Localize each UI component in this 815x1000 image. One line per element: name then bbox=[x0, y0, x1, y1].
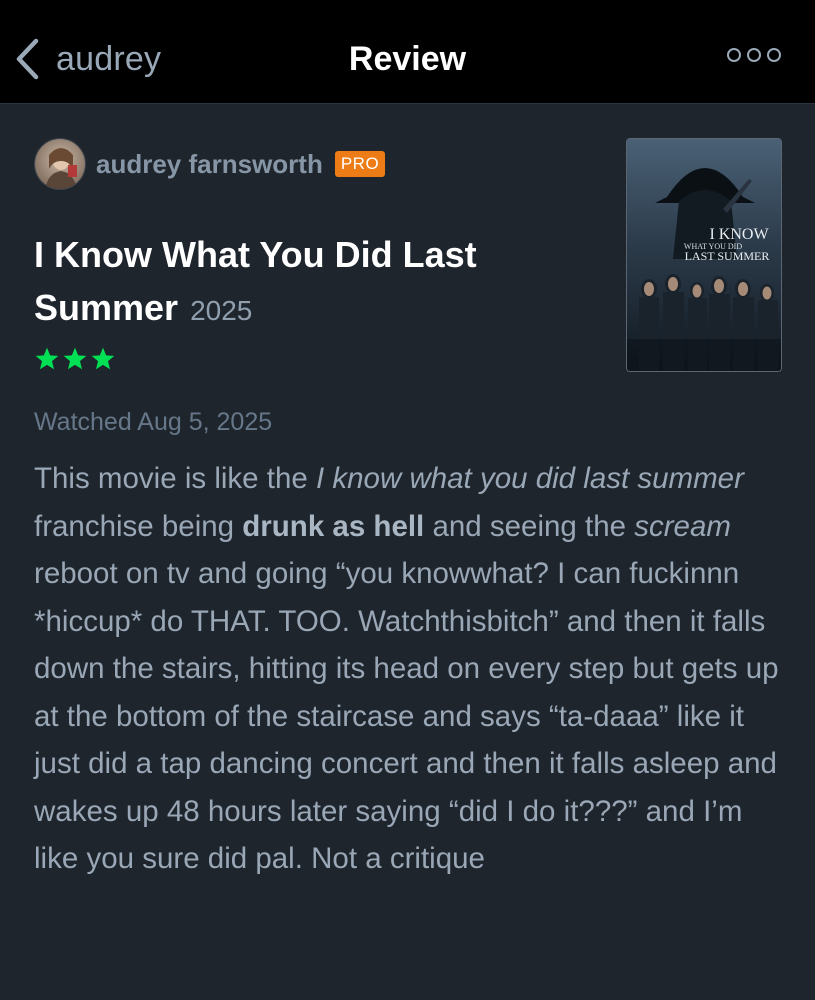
review-body: This movie is like the I know what you d… bbox=[34, 455, 794, 883]
review-text-segment: This movie is like the bbox=[34, 462, 316, 495]
avatar[interactable] bbox=[34, 138, 86, 190]
star-icon bbox=[63, 347, 87, 370]
chevron-left-icon bbox=[16, 38, 39, 80]
more-options-icon[interactable] bbox=[727, 48, 781, 62]
review-text-bold: drunk as hell bbox=[242, 509, 425, 543]
poster-title-line3: LAST SUMMER bbox=[685, 249, 770, 263]
poster-title-line1: I KNOW bbox=[709, 226, 769, 243]
back-button-label: audrey bbox=[56, 39, 162, 78]
film-title[interactable]: I Know What You Did Last Summer bbox=[34, 234, 477, 328]
review-text-segment: and seeing the bbox=[424, 509, 635, 543]
star-icon bbox=[35, 347, 59, 370]
top-nav-bar: audrey Review bbox=[0, 0, 815, 104]
reviewer-row[interactable]: audrey farnsworth PRO bbox=[34, 138, 386, 190]
review-text-segment: franchise being bbox=[34, 509, 243, 543]
film-title-block[interactable]: I Know What You Did Last Summer 2025 bbox=[34, 228, 594, 337]
star-icon bbox=[91, 347, 115, 370]
star-rating bbox=[34, 346, 116, 372]
review-text-segment: reboot on tv and going “you knowwhat? I … bbox=[34, 557, 779, 875]
reviewer-name[interactable]: audrey farnsworth bbox=[96, 149, 323, 180]
back-button[interactable]: audrey bbox=[14, 36, 161, 82]
film-year[interactable]: 2025 bbox=[190, 295, 252, 326]
review-text-italic: I know what you did last summer bbox=[315, 462, 744, 495]
review-text-italic: scream bbox=[634, 509, 731, 543]
film-poster[interactable]: I KNOW WHAT YOU DID LAST SUMMER bbox=[626, 138, 782, 372]
pro-badge: PRO bbox=[334, 151, 386, 177]
watched-date: Watched Aug 5, 2025 bbox=[34, 408, 273, 436]
